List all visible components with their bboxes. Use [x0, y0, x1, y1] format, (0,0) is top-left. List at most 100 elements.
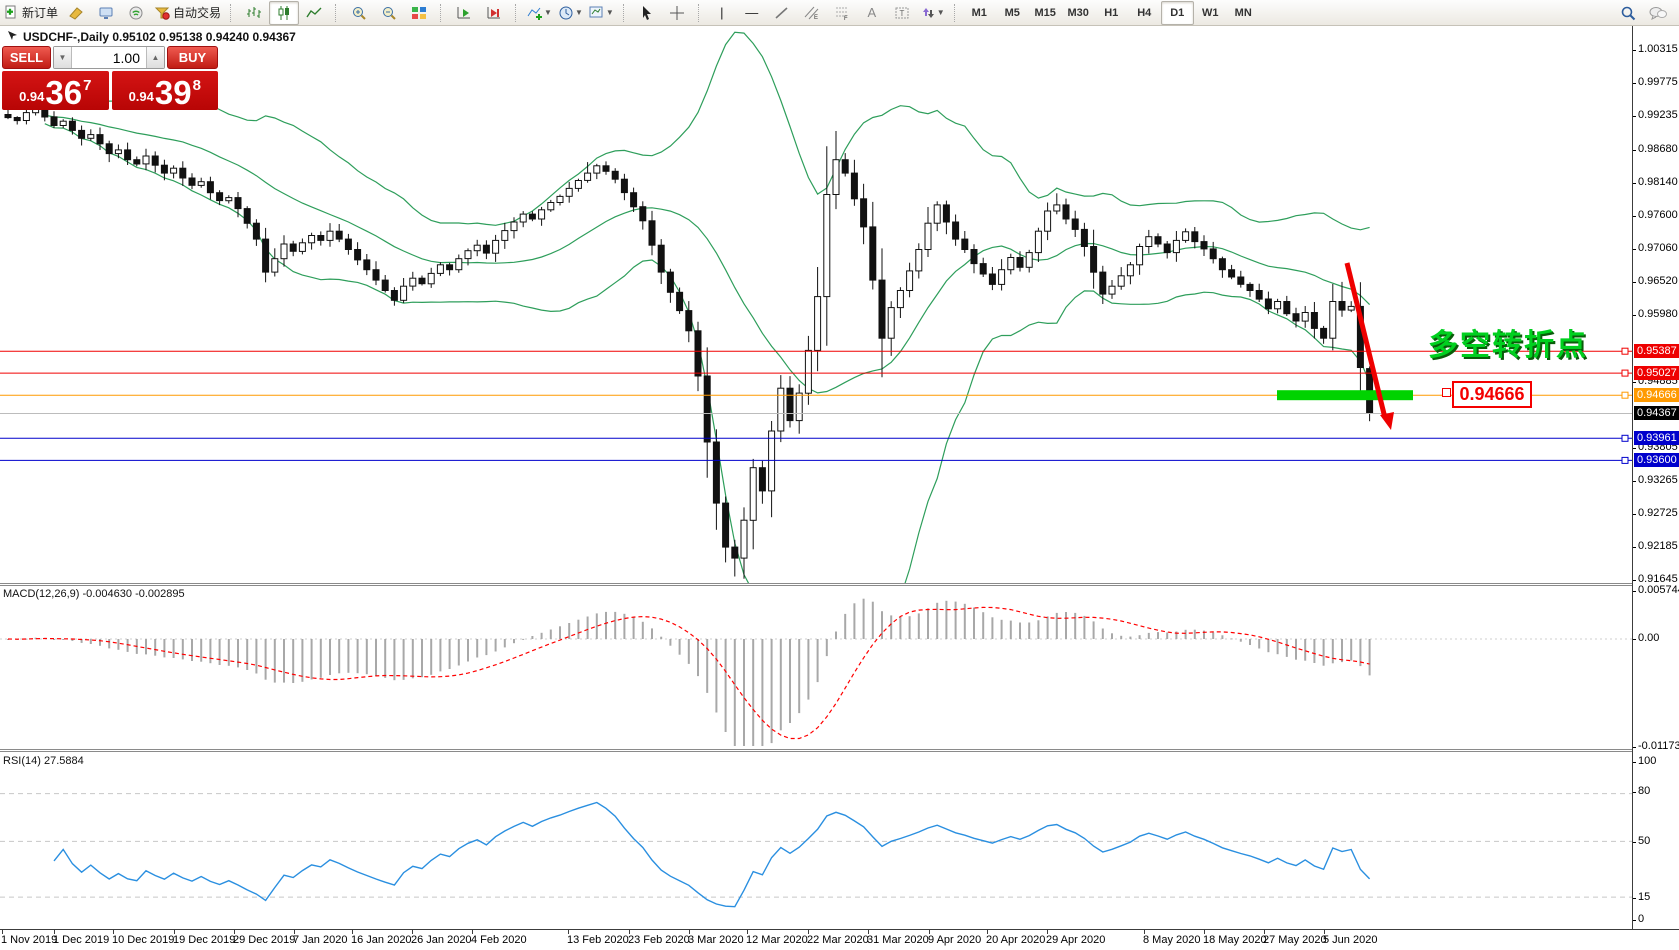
chat-button[interactable]: [1643, 1, 1673, 25]
axis-label: 15: [1638, 891, 1650, 903]
candlestick-chart-button[interactable]: [269, 1, 299, 25]
axis-label: 0.005744: [1638, 584, 1679, 596]
indicators-dropdown-caret[interactable]: ▼: [544, 8, 552, 17]
main-chart-pane[interactable]: [0, 26, 1632, 583]
sell-price-pip: 7: [83, 77, 91, 94]
time-axis-tick: [929, 930, 930, 934]
auto-scroll-button[interactable]: [449, 1, 479, 25]
sell-price-prefix: 0.94: [19, 89, 44, 104]
fibonacci-button[interactable]: F: [827, 1, 857, 25]
axis-tick: [1633, 83, 1636, 84]
metaeditor-button[interactable]: [61, 1, 91, 25]
time-axis-tick: [689, 930, 690, 934]
timeframe-h1[interactable]: H1: [1095, 1, 1128, 25]
timeframe-w1[interactable]: W1: [1194, 1, 1227, 25]
time-axis-tick: [234, 930, 235, 934]
chart-window[interactable]: 1.003150.997750.992350.986800.981400.976…: [0, 26, 1679, 950]
indicators-button[interactable]: ▼: [524, 1, 555, 25]
axis-label: 0.96520: [1638, 275, 1678, 287]
new-order-button[interactable]: 新订单: [0, 1, 61, 25]
time-axis-tick: [412, 930, 413, 934]
arrows-dropdown-caret[interactable]: ▼: [937, 8, 945, 17]
timeframe-group: M1 M5 M15 M30 H1 H4 D1 W1 MN: [963, 0, 1260, 25]
timeframe-h4[interactable]: H4: [1128, 1, 1161, 25]
turning-point-annotation[interactable]: 多空转折点: [1428, 320, 1588, 364]
axis-label: 0.93265: [1638, 474, 1678, 486]
mt4-window: 新订单 自动交易: [0, 0, 1679, 950]
toolbar-separator: [698, 4, 704, 22]
time-axis-tick: [1047, 930, 1048, 934]
timeframe-m30[interactable]: M30: [1062, 1, 1095, 25]
cursor-icon: [639, 5, 655, 21]
auto-trading-button[interactable]: 自动交易: [151, 1, 224, 25]
equidistant-channel-button[interactable]: E: [797, 1, 827, 25]
price-tag-label[interactable]: 0.94666: [1452, 381, 1532, 408]
price-axis[interactable]: 1.003150.997750.992350.986800.981400.976…: [1632, 26, 1679, 929]
buy-price-big: 39: [155, 78, 192, 108]
tile-windows-button[interactable]: [404, 1, 434, 25]
market-watch-button[interactable]: [91, 1, 121, 25]
toolbar-separator: [954, 4, 960, 22]
volume-increase-button[interactable]: ▲: [146, 47, 164, 68]
time-axis-tick: [1204, 930, 1205, 934]
templates-button[interactable]: ▼: [586, 1, 617, 25]
cursor-button[interactable]: [632, 1, 662, 25]
time-axis-tick: [747, 930, 748, 934]
axis-label: 0.99235: [1638, 109, 1678, 121]
zoom-out-icon: [381, 5, 397, 21]
periods-dropdown-caret[interactable]: ▼: [575, 8, 583, 17]
toolbar-separator: [335, 4, 341, 22]
zoom-in-button[interactable]: [344, 1, 374, 25]
vertical-line-button[interactable]: |: [707, 1, 737, 25]
signals-button[interactable]: [121, 1, 151, 25]
time-axis-label: 16 Jan 2020: [351, 934, 412, 946]
bar-chart-icon: [246, 5, 262, 21]
horizontal-line-icon: —: [745, 6, 758, 19]
buy-quote-panel[interactable]: 0.94 39 8: [112, 71, 219, 110]
auto-trading-icon: [154, 5, 170, 21]
arrows-button[interactable]: ▼: [917, 1, 948, 25]
axis-label: 0.99775: [1638, 76, 1678, 88]
pane-separator[interactable]: [0, 583, 1679, 584]
sell-quote-panel[interactable]: 0.94 36 7: [2, 71, 109, 110]
line-chart-button[interactable]: [299, 1, 329, 25]
text-label-button[interactable]: T: [887, 1, 917, 25]
bar-chart-button[interactable]: [239, 1, 269, 25]
buy-button[interactable]: BUY: [167, 46, 218, 69]
macd-pane[interactable]: [0, 586, 1632, 749]
price-badge: 0.93600: [1634, 453, 1679, 467]
toolbar-separator: [623, 4, 629, 22]
axis-label: 0.00: [1638, 632, 1659, 644]
text-button[interactable]: A: [857, 1, 887, 25]
rsi-pane[interactable]: [0, 753, 1632, 929]
timeframe-m1[interactable]: M1: [963, 1, 996, 25]
pane-separator[interactable]: [0, 749, 1679, 750]
axis-label: 100: [1638, 755, 1656, 767]
zoom-out-button[interactable]: [374, 1, 404, 25]
trendline-icon: [774, 5, 790, 21]
timeframe-m5[interactable]: M5: [996, 1, 1029, 25]
timeframe-mn[interactable]: MN: [1227, 1, 1260, 25]
volume-value[interactable]: 1.00: [72, 47, 146, 68]
time-axis-tick: [113, 930, 114, 934]
volume-decrease-button[interactable]: ▼: [54, 47, 72, 68]
timeframe-m15[interactable]: M15: [1029, 1, 1062, 25]
axis-tick: [1633, 448, 1636, 449]
crosshair-button[interactable]: [662, 1, 692, 25]
templates-dropdown-caret[interactable]: ▼: [606, 8, 614, 17]
trendline-button[interactable]: [767, 1, 797, 25]
periods-button[interactable]: ▼: [555, 1, 586, 25]
axis-label: 0.92185: [1638, 540, 1678, 552]
horizontal-line-button[interactable]: —: [737, 1, 767, 25]
chart-shift-button[interactable]: [479, 1, 509, 25]
axis-label: 0.95980: [1638, 308, 1678, 320]
time-axis[interactable]: 1 Nov 20191 Dec 201910 Dec 201919 Dec 20…: [0, 929, 1679, 950]
time-axis-label: 1 Dec 2019: [53, 934, 109, 946]
svg-text:E: E: [814, 15, 818, 21]
sell-button[interactable]: SELL: [2, 46, 51, 69]
timeframe-d1[interactable]: D1: [1161, 1, 1194, 25]
axis-label: 50: [1638, 835, 1650, 847]
time-axis-label: 20 Apr 2020: [986, 934, 1045, 946]
search-button[interactable]: [1613, 1, 1643, 25]
time-axis-label: 31 Mar 2020: [867, 934, 929, 946]
